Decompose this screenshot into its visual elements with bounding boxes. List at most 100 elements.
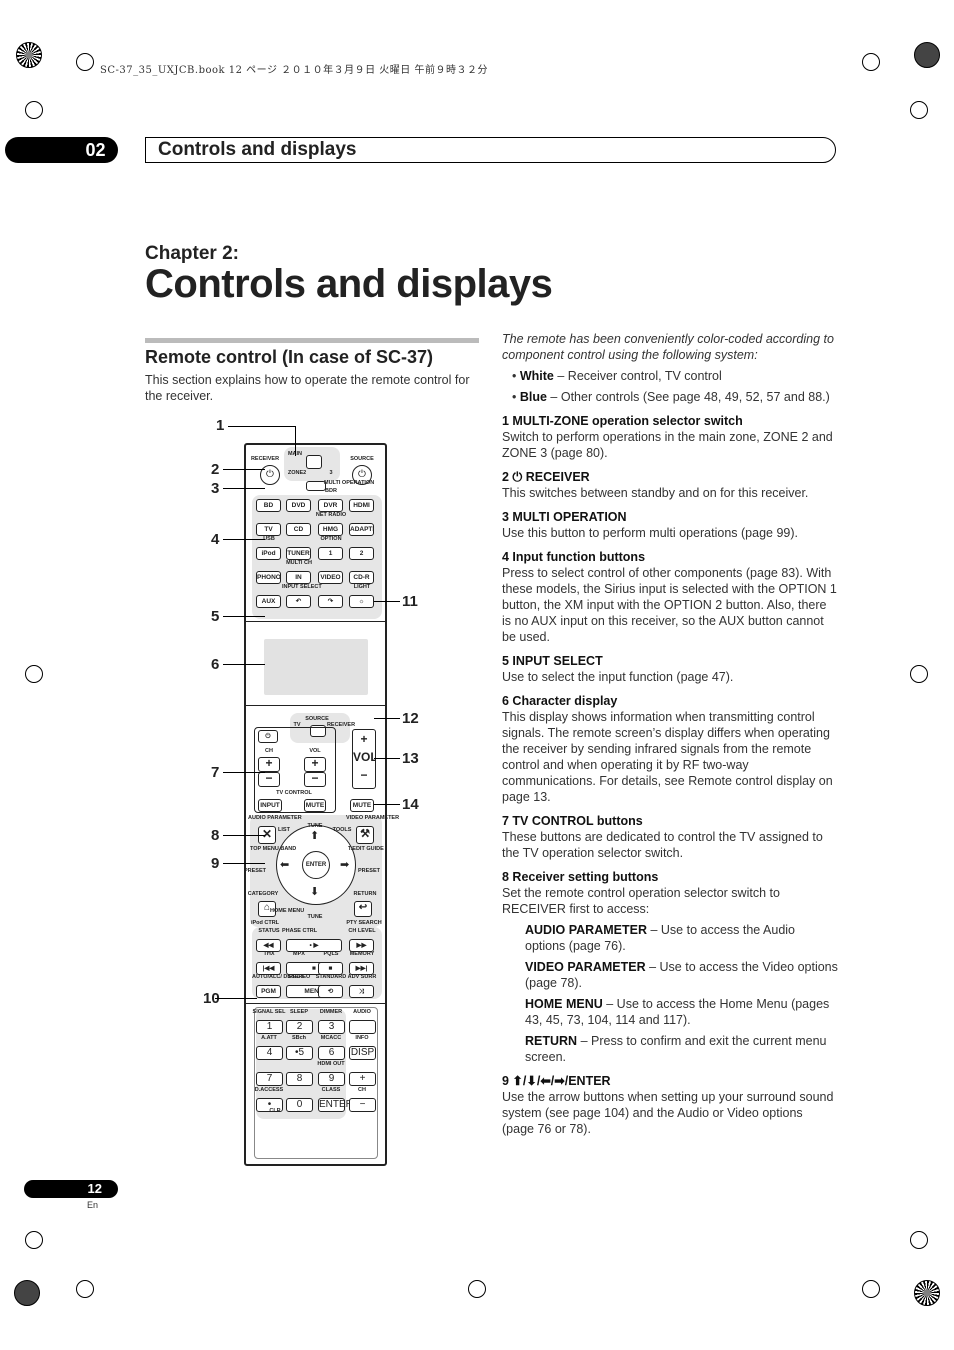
remote-button[interactable]: •5 (286, 1046, 313, 1060)
button-caption: MCACC (320, 1035, 342, 1041)
registration-mark (16, 42, 42, 68)
remote-button[interactable]: 1 (256, 1020, 283, 1034)
left-arrow-button[interactable]: ⬅ (280, 858, 289, 871)
audio-parameter-label: AUDIO PARAMETER (248, 815, 302, 821)
remote-button[interactable]: TUNER (286, 547, 311, 560)
button-caption: INPUT SELECT (282, 584, 322, 590)
callout-line (223, 835, 265, 836)
button-caption: MEMORY (349, 951, 375, 957)
sub-item: VIDEO PARAMETER – Use to access the Vide… (502, 959, 838, 991)
ch-label: CH (265, 748, 273, 754)
button-caption: AUTO/ALC/ DIRECT (252, 974, 304, 980)
remote-button[interactable]: ADAPTER (349, 523, 374, 536)
remote-button[interactable]: 8 (286, 1072, 313, 1086)
remote-button[interactable]: DVD (286, 499, 311, 512)
remote-button[interactable]: ↶ (286, 595, 311, 608)
remote-button[interactable]: PGM (256, 985, 281, 998)
button-caption: SBch (291, 1035, 307, 1041)
remote-button[interactable]: VIDEO (318, 571, 343, 584)
receiver-power-button[interactable]: ⏻ (260, 465, 280, 485)
remote-button[interactable]: HDMI (349, 499, 374, 512)
section-rule (145, 338, 479, 343)
remote-button[interactable]: HMG (318, 523, 343, 536)
ipod-ctrl-label: iPod CTRL (250, 920, 280, 926)
remote-button[interactable]: ↷ (318, 595, 343, 608)
remote-button[interactable]: ⤨ (349, 985, 374, 998)
callout-number: 12 (402, 710, 419, 727)
callout-number: 4 (211, 531, 220, 548)
remote-button[interactable]: iPod (256, 547, 281, 560)
remote-button[interactable] (349, 1020, 376, 1034)
enter-button[interactable]: ENTER (302, 851, 330, 879)
remote-button[interactable]: 9 (318, 1072, 345, 1086)
callout-line (228, 426, 296, 427)
sub-term: RETURN (525, 1034, 578, 1048)
vol-rocker[interactable]: + VOL − (352, 729, 376, 789)
remote-button[interactable]: 2 (349, 547, 374, 560)
return-button[interactable]: ↩ (354, 901, 372, 917)
callout-number: 9 (211, 855, 220, 872)
remote-button[interactable]: IN (286, 571, 311, 584)
button-caption: STANDARD (315, 974, 347, 980)
item-text: Use the arrow buttons when setting up yo… (502, 1090, 834, 1136)
divider (246, 705, 385, 706)
remote-button[interactable]: DISP (349, 1046, 376, 1060)
remote-button[interactable]: TV (256, 523, 281, 536)
remote-button[interactable]: CD-R (349, 571, 374, 584)
zone3-label: 3 (329, 470, 333, 476)
vol-up-button[interactable]: + (304, 757, 326, 772)
section-intro: This section explains how to operate the… (145, 373, 470, 403)
remote-button[interactable]: ⟲ (318, 985, 343, 998)
header-title: Controls and displays (145, 137, 836, 163)
crop-mark (25, 665, 43, 683)
tv-mute-button[interactable]: MUTE (304, 799, 326, 812)
remote-button[interactable]: CD (286, 523, 311, 536)
item-text: Use this button to perform multi operati… (502, 526, 798, 540)
multi-zone-switch[interactable] (306, 455, 322, 469)
up-arrow-button[interactable]: ⬆ (310, 829, 319, 842)
source-label: SOURCE (350, 456, 374, 462)
video-parameter-button[interactable]: ⚒ (356, 826, 374, 844)
callout-line (374, 758, 400, 759)
remote-button[interactable]: ENTER (318, 1098, 353, 1112)
item-text: Use to select the input function (page 4… (502, 670, 734, 684)
callout-line (223, 616, 265, 617)
ch-down-button[interactable]: − (258, 772, 280, 787)
button-caption: CLASS (321, 1087, 341, 1093)
remote-button[interactable]: AUX (256, 595, 281, 608)
ch-up-button[interactable]: + (258, 757, 280, 772)
remote-button[interactable]: DVR (318, 499, 343, 512)
remote-button[interactable]: BD (256, 499, 281, 512)
tv-input-button[interactable]: INPUT (258, 799, 282, 812)
item-heading: 9 ⬆/⬇/⬅/➡/ENTER (502, 1074, 611, 1088)
bullet-item: • Blue – Other controls (See page 48, 49… (512, 390, 830, 404)
button-caption: AUDIO (353, 1009, 371, 1015)
callout-line (374, 718, 400, 719)
callout-line (223, 539, 265, 540)
button-caption: NET RADIO (315, 512, 347, 518)
tv-power-button[interactable]: ⏻ (258, 730, 278, 743)
right-arrow-button[interactable]: ➡ (340, 858, 349, 871)
bullet-term: White (519, 369, 554, 383)
tune-bottom-label: TUNE (307, 914, 323, 920)
item-heading: 2 ⏻ RECEIVER (502, 470, 590, 484)
down-arrow-button[interactable]: ⬇ (310, 885, 319, 898)
preset-left-label: PRESET (243, 868, 266, 874)
remote-button[interactable]: 4 (256, 1046, 283, 1060)
remote-button[interactable]: PHONO (256, 571, 281, 584)
callout-line (223, 664, 265, 665)
remote-button[interactable]: ☼ (349, 595, 374, 608)
sub-term: AUDIO PARAMETER (525, 923, 647, 937)
callout-line (374, 804, 400, 805)
item-text: These buttons are dedicated to control t… (502, 830, 823, 860)
remote-button[interactable]: 1 (318, 547, 343, 560)
remote-button[interactable]: + (349, 1072, 376, 1086)
remote-button[interactable]: 3 (318, 1020, 345, 1034)
crop-mark (25, 101, 43, 119)
vol-down-button[interactable]: − (304, 772, 326, 787)
mute-button[interactable]: MUTE (350, 799, 374, 812)
remote-button[interactable]: 6 (318, 1046, 345, 1060)
remote-button[interactable]: 7 (256, 1072, 283, 1086)
remote-button[interactable]: − (349, 1098, 376, 1112)
remote-button[interactable]: 2 (286, 1020, 313, 1034)
